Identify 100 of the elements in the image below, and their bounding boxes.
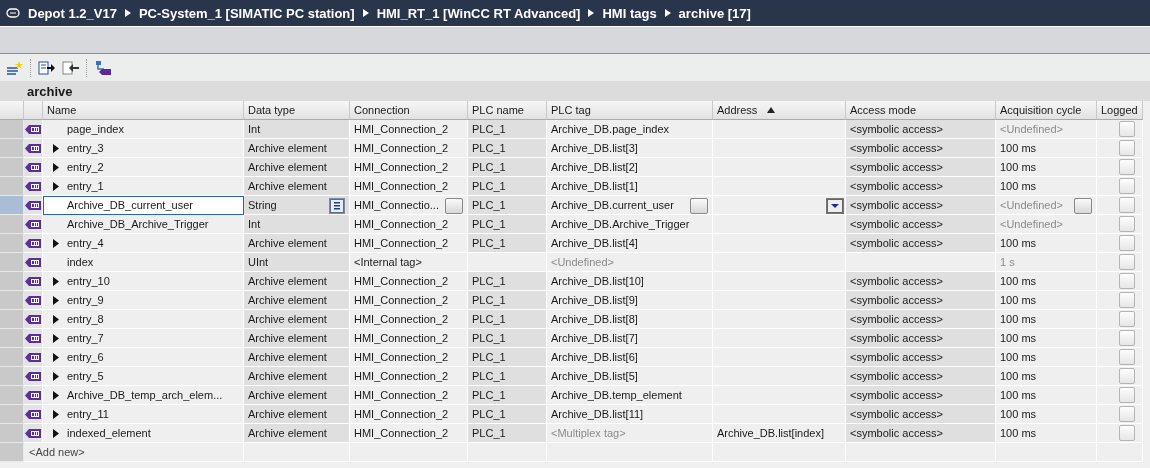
row-header[interactable]: [0, 291, 24, 310]
expand-arrow-icon[interactable]: [53, 352, 59, 362]
tag-name[interactable]: Archive_DB_current_user: [67, 199, 193, 211]
expand-arrow-icon[interactable]: [53, 333, 59, 343]
name-cell[interactable]: Archive_DB_current_user: [43, 196, 244, 215]
expand-arrow-icon[interactable]: [53, 143, 59, 153]
name-cell[interactable]: entry_5: [43, 367, 244, 386]
tag-name[interactable]: entry_11: [67, 408, 109, 420]
row-header[interactable]: [0, 177, 24, 196]
tag-name[interactable]: Archive_DB_temp_arch_elem...: [67, 389, 223, 401]
row-header[interactable]: [0, 348, 24, 367]
expand-arrow-icon[interactable]: [53, 238, 59, 248]
row-header[interactable]: [0, 139, 24, 158]
dropdown-button[interactable]: [826, 198, 844, 214]
row-header[interactable]: [0, 386, 24, 405]
column-header[interactable]: Access mode: [850, 104, 917, 116]
row-header[interactable]: [0, 158, 24, 177]
name-cell[interactable]: entry_7: [43, 329, 244, 348]
checkbox[interactable]: [1119, 273, 1135, 289]
checkbox[interactable]: [1119, 178, 1135, 194]
checkbox[interactable]: [1119, 121, 1135, 137]
checkbox[interactable]: [1119, 330, 1135, 346]
row-header[interactable]: [0, 443, 24, 462]
breadcrumb-item[interactable]: archive [17]: [678, 5, 751, 21]
name-cell[interactable]: entry_6: [43, 348, 244, 367]
name-cell[interactable]: entry_2: [43, 158, 244, 177]
name-cell[interactable]: entry_1: [43, 177, 244, 196]
name-cell[interactable]: entry_3: [43, 139, 244, 158]
tag-name[interactable]: entry_1: [67, 180, 104, 192]
tag-name[interactable]: entry_8: [67, 313, 104, 325]
tag-name[interactable]: page_index: [67, 123, 124, 135]
tag-name[interactable]: entry_2: [67, 161, 104, 173]
row-header[interactable]: [0, 329, 24, 348]
expand-arrow-icon[interactable]: [53, 390, 59, 400]
checkbox[interactable]: [1119, 216, 1135, 232]
name-cell[interactable]: entry_4: [43, 234, 244, 253]
checkbox[interactable]: [1119, 292, 1135, 308]
row-header[interactable]: [0, 234, 24, 253]
export-icon[interactable]: [38, 59, 56, 76]
add-new-row[interactable]: <Add new>: [24, 443, 244, 462]
tag-name[interactable]: entry_4: [67, 237, 104, 249]
name-cell[interactable]: index: [43, 253, 244, 272]
checkbox[interactable]: [1119, 159, 1135, 175]
column-header[interactable]: Name: [47, 104, 77, 116]
expand-arrow-icon[interactable]: [53, 314, 59, 324]
column-header[interactable]: PLC tag: [551, 104, 591, 116]
name-cell[interactable]: entry_10: [43, 272, 244, 291]
checkbox[interactable]: [1119, 197, 1135, 213]
checkbox[interactable]: [1119, 235, 1135, 251]
tag-name[interactable]: Archive_DB_Archive_Trigger: [67, 218, 209, 230]
column-header[interactable]: Data type: [248, 104, 296, 116]
row-header[interactable]: [0, 424, 24, 443]
name-cell[interactable]: Archive_DB_Archive_Trigger: [43, 215, 244, 234]
row-header[interactable]: [0, 196, 24, 215]
tag-name[interactable]: entry_6: [67, 351, 104, 363]
column-header[interactable]: Address: [717, 104, 758, 116]
tag-name[interactable]: entry_7: [67, 332, 104, 344]
name-cell[interactable]: entry_8: [43, 310, 244, 329]
name-cell[interactable]: page_index: [43, 120, 244, 139]
row-header[interactable]: [0, 367, 24, 386]
tag-name[interactable]: entry_10: [67, 275, 110, 287]
browse-button[interactable]: [445, 198, 463, 214]
breadcrumb-item[interactable]: HMI_RT_1 [WinCC RT Advanced]: [376, 5, 581, 21]
tag-name[interactable]: index: [67, 256, 94, 268]
tag-name[interactable]: entry_9: [67, 294, 104, 306]
tag-name[interactable]: entry_3: [67, 142, 104, 154]
expand-arrow-icon[interactable]: [53, 162, 59, 172]
row-header[interactable]: [0, 272, 24, 291]
browse-button[interactable]: [1074, 198, 1092, 214]
row-header[interactable]: [0, 215, 24, 234]
browse-button[interactable]: [690, 198, 708, 214]
breadcrumb-item[interactable]: Depot 1.2_V17: [28, 5, 117, 21]
name-cell[interactable]: entry_9: [43, 291, 244, 310]
checkbox[interactable]: [1119, 311, 1135, 327]
tag-name[interactable]: indexed_element: [67, 427, 151, 439]
row-header[interactable]: [0, 253, 24, 272]
name-cell[interactable]: entry_11: [43, 405, 244, 424]
checkbox[interactable]: [1119, 254, 1135, 270]
column-header[interactable]: Logged: [1101, 104, 1138, 116]
checkbox[interactable]: [1119, 425, 1135, 441]
checkbox[interactable]: [1119, 387, 1135, 403]
column-header[interactable]: Acquisition cycle: [1000, 104, 1082, 116]
expand-arrow-icon[interactable]: [53, 276, 59, 286]
breadcrumb-item[interactable]: HMI tags: [602, 5, 657, 21]
name-cell[interactable]: indexed_element: [43, 424, 244, 443]
breadcrumb-item[interactable]: PC-System_1 [SIMATIC PC station]: [138, 5, 355, 21]
import-icon[interactable]: [62, 59, 80, 76]
checkbox[interactable]: [1119, 368, 1135, 384]
row-header[interactable]: [0, 120, 24, 139]
add-tag-icon[interactable]: [6, 59, 24, 76]
name-cell[interactable]: Archive_DB_temp_arch_elem...: [43, 386, 244, 405]
column-header[interactable]: PLC name: [472, 104, 524, 116]
row-header[interactable]: [0, 405, 24, 424]
expand-arrow-icon[interactable]: [53, 428, 59, 438]
connection-tag-icon[interactable]: [94, 59, 112, 76]
checkbox[interactable]: [1119, 140, 1135, 156]
checkbox[interactable]: [1119, 406, 1135, 422]
column-header[interactable]: Connection: [354, 104, 410, 116]
expand-arrow-icon[interactable]: [53, 295, 59, 305]
checkbox[interactable]: [1119, 349, 1135, 365]
